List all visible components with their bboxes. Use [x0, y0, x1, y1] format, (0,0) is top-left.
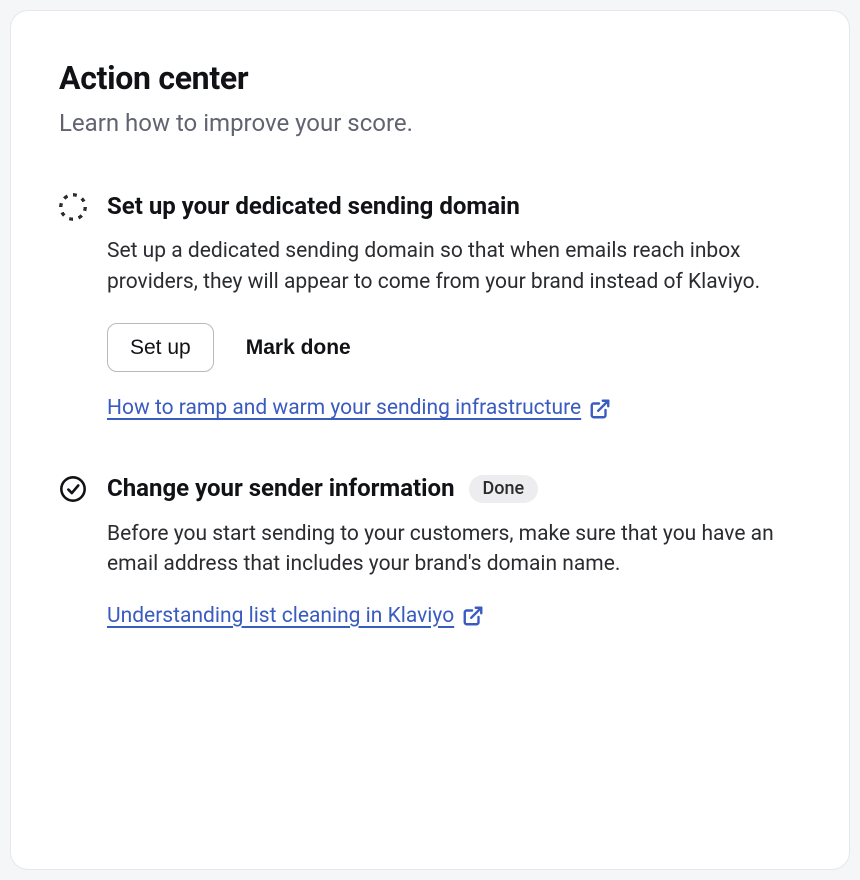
- set-up-button[interactable]: Set up: [107, 323, 214, 372]
- action-heading: Set up your dedicated sending domain: [107, 191, 520, 222]
- action-button-row: Set up Mark done: [107, 323, 801, 372]
- pending-status-icon: [59, 193, 87, 221]
- done-badge: Done: [469, 475, 539, 503]
- action-body: Change your sender information Done Befo…: [107, 473, 801, 630]
- action-link-row: How to ramp and warm your sending infras…: [107, 394, 801, 423]
- action-heading-row: Change your sender information Done: [107, 473, 801, 504]
- card-title: Action center: [59, 59, 801, 97]
- card-subtitle: Learn how to improve your score.: [59, 107, 801, 141]
- mark-done-button[interactable]: Mark done: [242, 324, 355, 371]
- action-heading-row: Set up your dedicated sending domain: [107, 191, 801, 222]
- action-link-row: Understanding list cleaning in Klaviyo: [107, 602, 801, 631]
- external-link-icon: [462, 605, 484, 627]
- card-header: Action center Learn how to improve your …: [59, 59, 801, 141]
- done-status-icon: [59, 475, 87, 503]
- external-link-icon: [589, 398, 611, 420]
- action-heading: Change your sender information: [107, 473, 455, 504]
- action-description: Before you start sending to your custome…: [107, 519, 787, 580]
- action-body: Set up your dedicated sending domain Set…: [107, 191, 801, 423]
- action-item-sender-info: Change your sender information Done Befo…: [59, 473, 801, 630]
- action-description: Set up a dedicated sending domain so tha…: [107, 236, 787, 297]
- ramp-warm-link[interactable]: How to ramp and warm your sending infras…: [107, 394, 581, 423]
- list-cleaning-link[interactable]: Understanding list cleaning in Klaviyo: [107, 602, 454, 631]
- action-item-sending-domain: Set up your dedicated sending domain Set…: [59, 191, 801, 423]
- action-center-card: Action center Learn how to improve your …: [10, 10, 850, 870]
